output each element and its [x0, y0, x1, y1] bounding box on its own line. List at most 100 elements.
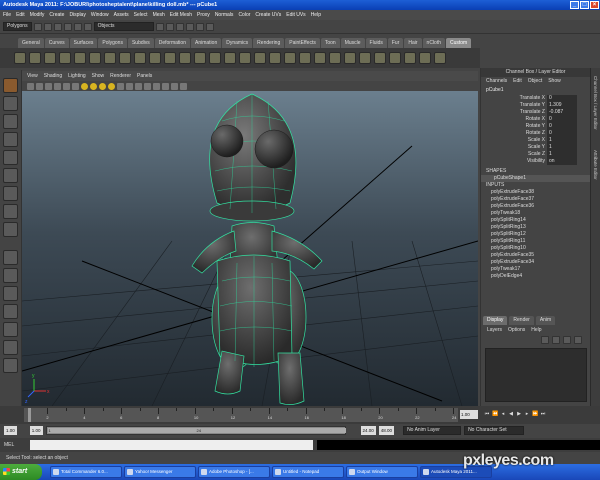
hypershade-layout-icon[interactable] — [3, 322, 18, 337]
scale-tool-icon[interactable] — [3, 168, 18, 183]
viewport-camera-attr-icon[interactable] — [36, 82, 43, 90]
viewport-image-plane-icon[interactable] — [54, 82, 61, 90]
select-tool-icon[interactable] — [3, 78, 18, 93]
soft-mod-tool-icon[interactable] — [3, 204, 18, 219]
viewport-safe-action-icon[interactable] — [99, 82, 106, 90]
layer-tab-anim[interactable]: Anim — [535, 316, 556, 325]
shelf-torus-icon[interactable] — [89, 52, 101, 64]
menu-set-selector[interactable]: Polygons — [3, 22, 32, 31]
menu-edit[interactable]: Edit — [16, 12, 25, 18]
attribute-value[interactable]: 1 — [547, 137, 577, 144]
menu-file[interactable]: File — [3, 12, 11, 18]
go-to-end-button[interactable]: ⏭ — [540, 411, 546, 418]
range-end-field[interactable]: 24.00 — [360, 425, 376, 435]
shelf-render-icon[interactable] — [434, 52, 446, 64]
input-node[interactable]: polySplitRing11 — [481, 238, 590, 245]
taskbar-item[interactable]: Yahoo! Messenger — [124, 466, 196, 478]
channel-menu-channels[interactable]: Channels — [486, 77, 507, 86]
tab-muscle[interactable]: Muscle — [340, 38, 365, 48]
shelf-move-icon[interactable] — [329, 52, 341, 64]
select-hierarchy-icon[interactable] — [63, 22, 72, 31]
layer-menu-help[interactable]: Help — [531, 326, 541, 335]
taskbar-item[interactable]: Total Commander 6.0... — [50, 466, 122, 478]
rotate-tool-icon[interactable] — [3, 150, 18, 165]
new-layer-icon[interactable] — [541, 336, 549, 344]
step-forward-frame-button[interactable]: ▸ — [524, 411, 530, 418]
channel-menu-edit[interactable]: Edit — [513, 77, 522, 86]
attribute-value[interactable]: 0 — [547, 130, 577, 137]
range-bar[interactable]: 1 24 — [45, 425, 346, 435]
shelf-extrude-icon[interactable] — [149, 52, 161, 64]
viewport-menu-renderer[interactable]: Renderer — [110, 73, 131, 79]
shelf-lasso-icon[interactable] — [314, 52, 326, 64]
viewport-wireframe-icon[interactable] — [108, 82, 115, 90]
attribute-value[interactable]: 1 — [547, 144, 577, 151]
layer-list[interactable] — [485, 348, 587, 402]
attribute-row[interactable]: Scale Z1 — [481, 151, 590, 158]
shelf-combine-icon[interactable] — [104, 52, 116, 64]
layer-menu-options[interactable]: Options — [508, 326, 525, 335]
attribute-row[interactable]: Scale X1 — [481, 137, 590, 144]
current-frame-field[interactable]: 1.00 — [460, 410, 478, 419]
shelf-center-pivot-icon[interactable] — [419, 52, 431, 64]
shelf-scale-icon[interactable] — [359, 52, 371, 64]
attribute-value[interactable]: -0.087 — [547, 109, 577, 116]
close-button[interactable]: × — [590, 1, 599, 9]
snap-curve-icon[interactable] — [165, 22, 174, 31]
layer-tab-render[interactable]: Render — [509, 316, 534, 325]
viewport-shadows-icon[interactable] — [144, 82, 151, 90]
tab-animation[interactable]: Animation — [190, 38, 222, 48]
viewport-field-chart-icon[interactable] — [90, 82, 97, 90]
tab-polygons[interactable]: Polygons — [98, 38, 127, 48]
new-scene-icon[interactable] — [33, 22, 42, 31]
tab-painteffects[interactable]: PaintEffects — [285, 38, 320, 48]
shelf-uv-editor-icon[interactable] — [269, 52, 281, 64]
character-set-selector[interactable]: No Character Set — [464, 425, 525, 435]
select-component-icon[interactable] — [83, 22, 92, 31]
attribute-value[interactable]: 0 — [547, 116, 577, 123]
start-button[interactable]: start — [0, 464, 42, 480]
attribute-row[interactable]: Translate Y 1.309 — [481, 102, 590, 109]
time-slider[interactable]: 124681012141618202224 1.00 ⏮ ⏪ ◂ ◀ ▶ ▸ ⏩… — [0, 406, 600, 424]
shelf-split-icon[interactable] — [194, 52, 206, 64]
render-settings-icon[interactable] — [205, 22, 214, 31]
manipulator-tool-icon[interactable] — [3, 186, 18, 201]
input-node[interactable]: polyDelEdge4 — [481, 273, 590, 280]
shelf-crease-icon[interactable] — [284, 52, 296, 64]
viewport-menu-show[interactable]: Show — [92, 73, 105, 79]
side-tab-attribute-editor[interactable]: Attribute Editor — [593, 150, 598, 180]
select-object-icon[interactable] — [73, 22, 82, 31]
mel-label[interactable]: MEL — [4, 442, 14, 448]
shelf-soft-select-icon[interactable] — [299, 52, 311, 64]
shelf-sphere-icon[interactable] — [14, 52, 26, 64]
tab-fluids[interactable]: Fluids — [365, 38, 387, 48]
tab-deformation[interactable]: Deformation — [154, 38, 190, 48]
attribute-row[interactable]: Translate X0 — [481, 95, 590, 102]
shelf-smooth-icon[interactable] — [134, 52, 146, 64]
menu-display[interactable]: Display — [69, 12, 85, 18]
menu-help[interactable]: Help — [311, 12, 321, 18]
minimize-button[interactable]: _ — [570, 1, 579, 9]
move-tool-icon[interactable] — [3, 132, 18, 147]
shelf-bevel-icon[interactable] — [239, 52, 251, 64]
render-view-layout-icon[interactable] — [3, 340, 18, 355]
attribute-value[interactable]: 1 — [547, 151, 577, 158]
taskbar-item[interactable]: Output Window — [346, 466, 418, 478]
attribute-value[interactable]: on — [547, 158, 577, 165]
tab-toon[interactable]: Toon — [320, 38, 340, 48]
shelf-plane-icon[interactable] — [74, 52, 86, 64]
menu-edit-mesh[interactable]: Edit Mesh — [170, 12, 192, 18]
attribute-row[interactable]: Rotate X0 — [481, 116, 590, 123]
single-layout-icon[interactable] — [3, 250, 18, 265]
attribute-row[interactable]: Scale Y1 — [481, 144, 590, 151]
lasso-tool-icon[interactable] — [3, 96, 18, 111]
viewport-menu-shading[interactable]: Shading — [44, 73, 62, 79]
four-view-layout-icon[interactable] — [3, 268, 18, 283]
attribute-row[interactable]: Visibility on — [481, 158, 590, 165]
shelf-delete-history-icon[interactable] — [389, 52, 401, 64]
shelf-rotate-icon[interactable] — [344, 52, 356, 64]
input-node[interactable]: polyExtrudeFace34 — [481, 259, 590, 266]
input-node[interactable]: polySplitRing13 — [481, 224, 590, 231]
shelf-merge-icon[interactable] — [224, 52, 236, 64]
input-node[interactable]: polyTweak17 — [481, 266, 590, 273]
